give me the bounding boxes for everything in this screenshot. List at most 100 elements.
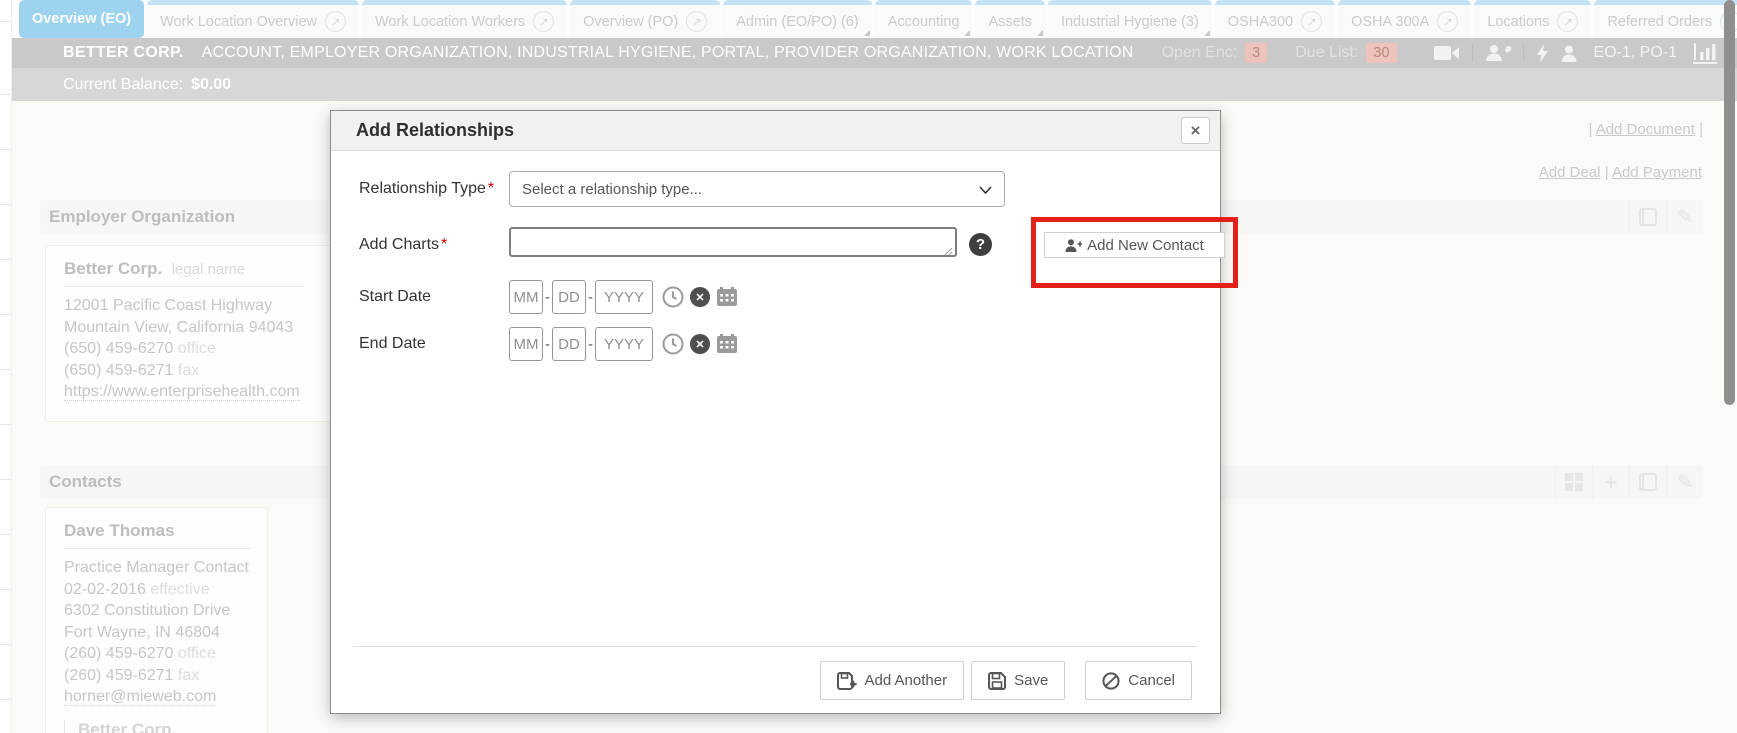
tab-referred-orders[interactable]: Referred Orders ↗ xyxy=(1594,0,1737,38)
tab-label: Overview (PO) xyxy=(583,14,678,30)
tab-label: Assets xyxy=(988,14,1032,30)
employer-name[interactable]: Better Corp. xyxy=(64,259,162,278)
organization-header-bar: BETTER CORP. ACCOUNT, EMPLOYER ORGANIZAT… xyxy=(0,38,1737,68)
modal-header: Add Relationships × xyxy=(331,111,1220,151)
add-person-icon xyxy=(1065,239,1082,252)
tab-admin-eo-po-6[interactable]: Admin (EO/PO) (6) xyxy=(723,0,871,38)
modal-footer: Add Another Save Cancel xyxy=(820,661,1192,700)
start-date-day-input[interactable] xyxy=(552,280,586,314)
edit-pencil-icon[interactable]: ✎ xyxy=(1666,465,1703,499)
end-date-label: End Date xyxy=(359,335,509,353)
add-charts-label: Add Charts* xyxy=(359,236,509,254)
help-icon[interactable]: ? xyxy=(969,233,992,256)
left-collapsed-panel[interactable] xyxy=(0,0,12,733)
video-camera-icon[interactable] xyxy=(1434,45,1460,61)
tab-work-location-workers[interactable]: Work Location Workers ↗ xyxy=(362,0,567,38)
open-in-new-icon[interactable]: ↗ xyxy=(1437,11,1458,32)
tab-overview-po[interactable]: Overview (PO) ↗ xyxy=(570,0,720,38)
start-date-year-input[interactable] xyxy=(595,280,653,314)
add-deal-link[interactable]: Add Deal xyxy=(1539,164,1601,181)
tab-menu-corner-icon xyxy=(864,30,870,36)
current-balance-value: $0.00 xyxy=(191,76,231,94)
close-icon[interactable]: × xyxy=(1181,117,1210,144)
contacts-section-icons: + ✎ xyxy=(1555,465,1703,499)
contact-role: Practice Manager Contact xyxy=(64,557,249,579)
open-encounters-stat: Open Enc: 3 xyxy=(1162,43,1268,63)
open-enc-label: Open Enc: xyxy=(1162,44,1238,62)
grid-view-icon[interactable] xyxy=(1555,465,1592,499)
tab-locations[interactable]: Locations ↗ xyxy=(1474,0,1591,38)
tab-label: Overview (EO) xyxy=(32,11,131,27)
page-links-second: Add Deal | Add Payment xyxy=(1539,164,1702,181)
tab-overview-eo[interactable]: Overview (EO) xyxy=(19,0,144,38)
add-document-link[interactable]: Add Document xyxy=(1596,121,1695,138)
employer-website-link[interactable]: https://www.enterprisehealth.com xyxy=(64,383,300,401)
contact-name[interactable]: Dave Thomas xyxy=(64,521,175,540)
log-book-icon[interactable] xyxy=(1629,465,1666,499)
contacts-title: Contacts xyxy=(40,472,122,492)
tab-label: Accounting xyxy=(888,14,960,30)
contact-phone-fax: (260) 459-6271 fax xyxy=(64,665,249,687)
due-list-badge[interactable]: 30 xyxy=(1366,43,1396,63)
scrollbar-thumb[interactable] xyxy=(1724,0,1735,405)
cancel-icon xyxy=(1102,672,1120,690)
add-relationships-modal: Add Relationships × Relationship Type* S… xyxy=(330,110,1221,714)
start-date-row: Start Date - - ✕ xyxy=(359,280,738,314)
add-another-button[interactable]: Add Another xyxy=(820,661,965,700)
calendar-icon[interactable] xyxy=(716,287,738,307)
add-charts-input[interactable] xyxy=(509,227,957,257)
open-in-new-icon[interactable]: ↗ xyxy=(1301,11,1322,32)
contact-email: horner@mieweb.com xyxy=(64,686,249,708)
cancel-button[interactable]: Cancel xyxy=(1085,661,1192,700)
end-date-year-input[interactable] xyxy=(595,327,653,361)
current-balance-label: Current Balance: xyxy=(63,76,183,94)
tab-menu-corner-icon xyxy=(1204,30,1210,36)
add-new-contact-button[interactable]: Add New Contact xyxy=(1044,232,1225,258)
chevron-down-icon xyxy=(979,186,992,194)
tab-assets[interactable]: Assets xyxy=(975,0,1045,38)
open-in-new-icon[interactable]: ↗ xyxy=(686,11,707,32)
highlight-annotation-box: Add New Contact xyxy=(1031,217,1238,288)
vertical-scrollbar xyxy=(1724,0,1736,733)
modal-body: Relationship Type* Select a relationship… xyxy=(331,151,1220,713)
start-date-month-input[interactable] xyxy=(509,280,543,314)
open-enc-badge[interactable]: 3 xyxy=(1245,43,1267,63)
contact-next-entry-partial: Better Corp. xyxy=(64,720,249,733)
page-links-top: | Add Document | xyxy=(1588,121,1703,138)
clock-icon[interactable] xyxy=(662,333,684,355)
open-in-new-icon[interactable]: ↗ xyxy=(533,11,554,32)
add-plus-icon[interactable]: + xyxy=(1592,465,1629,499)
tab-label: OSHA300 xyxy=(1228,14,1293,30)
clear-date-icon[interactable]: ✕ xyxy=(690,287,710,307)
contact-email-link[interactable]: horner@mieweb.com xyxy=(64,688,216,706)
end-date-day-input[interactable] xyxy=(552,327,586,361)
tab-industrial-hygiene-3[interactable]: Industrial Hygiene (3) xyxy=(1048,0,1212,38)
tab-work-location-overview[interactable]: Work Location Overview ↗ xyxy=(147,0,359,38)
tab-osha-300a[interactable]: OSHA 300A ↗ xyxy=(1338,0,1471,38)
clock-icon[interactable] xyxy=(662,286,684,308)
employer-section-icons: ✎ xyxy=(1629,200,1703,234)
footer-divider xyxy=(353,646,1198,647)
save-plus-icon xyxy=(837,672,857,690)
save-button[interactable]: Save xyxy=(971,661,1065,700)
separator: | xyxy=(1699,121,1703,138)
clear-date-icon[interactable]: ✕ xyxy=(690,334,710,354)
tab-osha300[interactable]: OSHA300 ↗ xyxy=(1215,0,1335,38)
relationship-type-label: Relationship Type* xyxy=(359,180,509,198)
bar-chart-icon[interactable] xyxy=(1693,43,1717,64)
tab-label: OSHA 300A xyxy=(1351,14,1429,30)
lightning-icon[interactable] xyxy=(1536,44,1549,63)
add-payment-link[interactable]: Add Payment xyxy=(1612,164,1702,181)
user-context-label[interactable]: EO-1, PO-1 xyxy=(1593,44,1677,62)
header-right-icons: EO-1, PO-1 xyxy=(1434,43,1717,64)
open-in-new-icon[interactable]: ↗ xyxy=(325,11,346,32)
calendar-icon[interactable] xyxy=(716,334,738,354)
open-in-new-icon[interactable]: ↗ xyxy=(1557,11,1578,32)
edit-pencil-icon[interactable]: ✎ xyxy=(1666,200,1703,234)
tab-label: Locations xyxy=(1487,14,1549,30)
tab-accounting[interactable]: Accounting xyxy=(875,0,973,38)
add-person-icon[interactable] xyxy=(1485,44,1511,62)
relationship-type-select[interactable]: Select a relationship type... xyxy=(509,171,1005,207)
log-book-icon[interactable] xyxy=(1629,200,1666,234)
end-date-month-input[interactable] xyxy=(509,327,543,361)
